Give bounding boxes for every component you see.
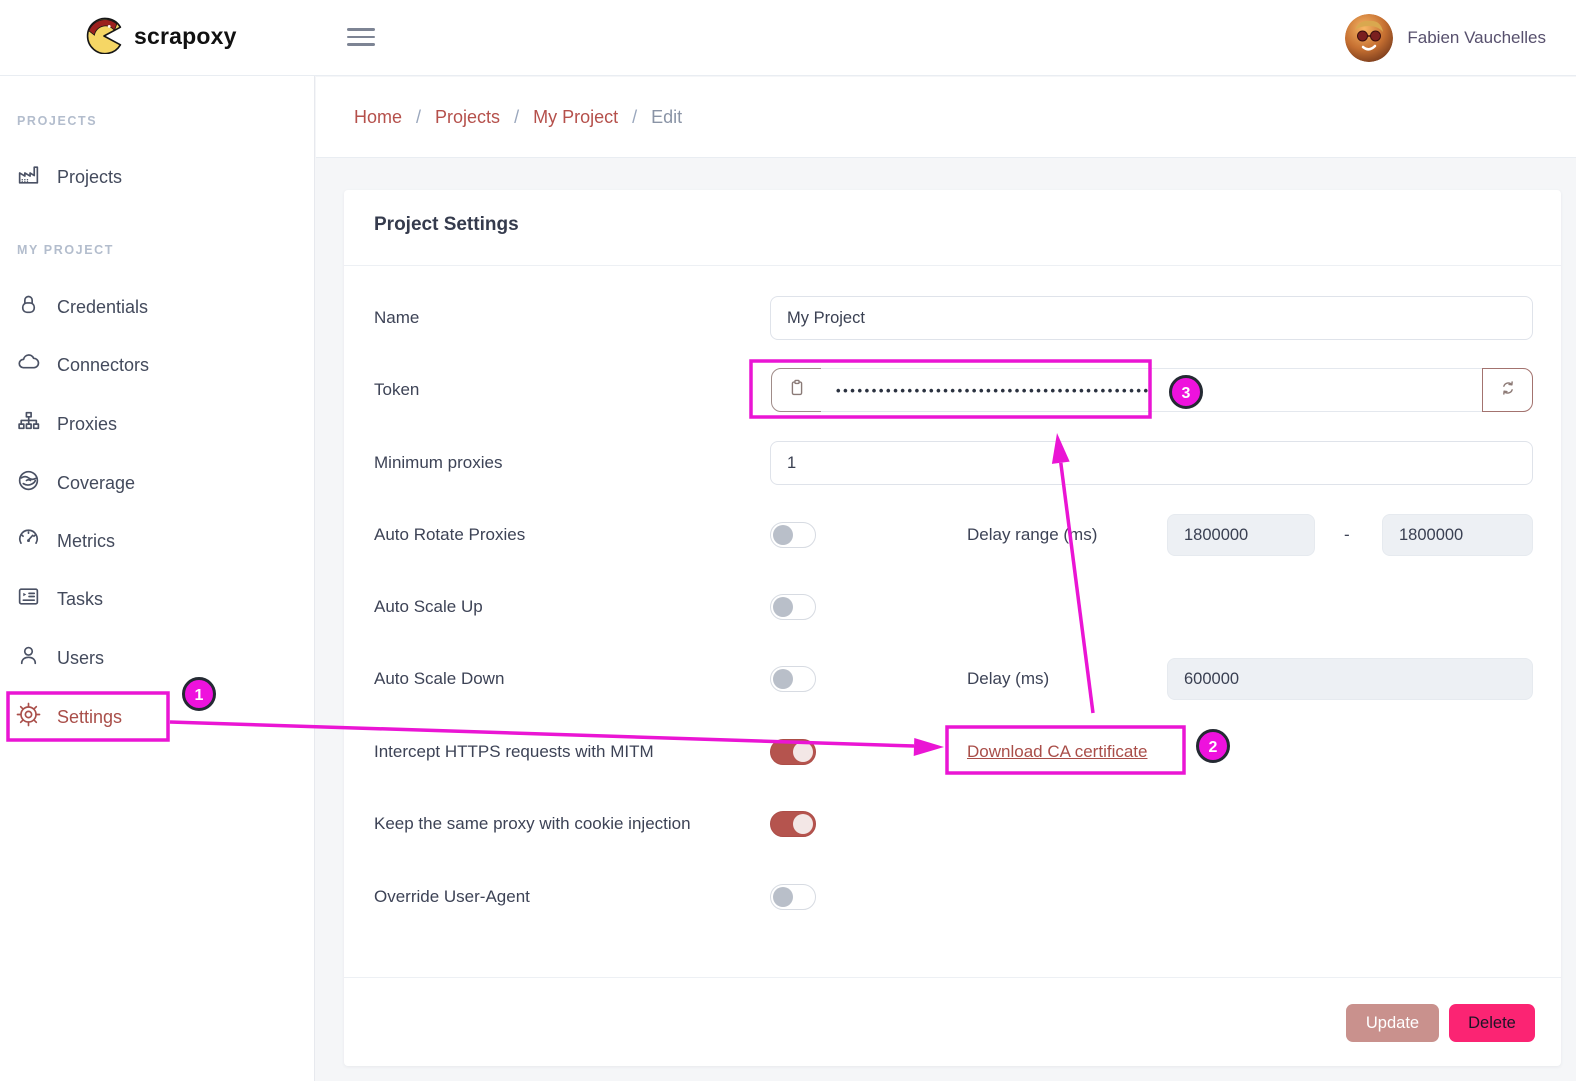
sidebar-item-projects[interactable]: Projects (0, 155, 315, 199)
clipboard-icon (786, 377, 808, 404)
brand-logo[interactable]: scrapoxy (84, 14, 237, 59)
sidebar: PROJECTS Projects MY PROJECT Credentials… (0, 0, 315, 1081)
page-root: scrapoxy Fabien Vauchelles PROJECTS Proj… (0, 0, 1576, 1081)
auto-scale-up-toggle[interactable] (770, 594, 816, 620)
delete-button[interactable]: Delete (1449, 1004, 1535, 1042)
min-proxies-input[interactable] (770, 441, 1533, 485)
token-label: Token (374, 380, 420, 399)
download-ca-certificate-link[interactable]: Download CA certificate (967, 742, 1147, 762)
auto-rotate-label: Auto Rotate Proxies (374, 525, 526, 544)
mitm-label: Intercept HTTPS requests with MITM (374, 742, 654, 761)
auto-scale-down-toggle[interactable] (770, 666, 816, 692)
factory-icon (16, 162, 41, 192)
sidebar-item-connectors[interactable]: Connectors (0, 343, 315, 387)
sidebar-item-proxies[interactable]: Proxies (0, 402, 315, 446)
delay-label: Delay (ms) (967, 669, 1050, 688)
card-divider (344, 265, 1561, 266)
auto-scale-down-label: Auto Scale Down (374, 669, 505, 688)
breadcrumb: Home / Projects / My Project / Edit (316, 77, 1576, 158)
lock-icon (16, 292, 41, 322)
pacman-logo-icon (84, 14, 124, 59)
sidebar-item-metrics[interactable]: Metrics (0, 519, 315, 563)
cookie-label: Keep the same proxy with cookie injectio… (374, 814, 691, 833)
sidebar-item-label: Projects (57, 166, 123, 187)
cookie-toggle[interactable] (770, 811, 816, 837)
sidebar-item-label: Settings (57, 706, 123, 727)
auto-rotate-toggle[interactable] (770, 522, 816, 548)
delay-range-label: Delay range (ms) (967, 525, 1098, 544)
update-button[interactable]: Update (1346, 1004, 1439, 1042)
delay-range-separator: - (1344, 525, 1350, 544)
top-bar: scrapoxy Fabien Vauchelles (0, 0, 1576, 76)
sidebar-item-coverage[interactable]: Coverage (0, 461, 315, 505)
delay-input (1167, 658, 1533, 700)
delay-range-max-input (1382, 514, 1533, 556)
brand-name: scrapoxy (134, 23, 237, 49)
sitemap-icon (16, 409, 41, 439)
globe-icon (16, 468, 41, 498)
sidebar-item-label: Coverage (57, 472, 136, 493)
sidebar-item-credentials[interactable]: Credentials (0, 285, 315, 329)
breadcrumb-my-project[interactable]: My Project (533, 107, 618, 128)
sidebar-section-my-project: MY PROJECT (17, 243, 115, 257)
sidebar-item-users[interactable]: Users (0, 636, 315, 680)
refresh-icon (1497, 377, 1519, 404)
project-settings-card: Project Settings Name Token ••••••••••••… (344, 190, 1561, 1066)
breadcrumb-home[interactable]: Home (354, 107, 402, 128)
sidebar-item-label: Tasks (57, 588, 104, 609)
gauge-icon (16, 526, 41, 556)
sidebar-item-label: Connectors (57, 354, 150, 375)
sidebar-item-label: Metrics (57, 530, 115, 551)
sidebar-item-settings[interactable]: Settings (0, 695, 315, 739)
auto-scale-up-label: Auto Scale Up (374, 597, 483, 616)
sidebar-section-projects: PROJECTS (17, 114, 98, 128)
sidebar-item-tasks[interactable]: Tasks (0, 577, 315, 621)
person-icon (16, 643, 41, 673)
user-agent-label: Override User-Agent (374, 887, 530, 906)
breadcrumb-projects[interactable]: Projects (435, 107, 500, 128)
user-name: Fabien Vauchelles (1407, 28, 1546, 47)
user-menu[interactable]: Fabien Vauchelles (1345, 14, 1546, 62)
user-agent-toggle[interactable] (770, 884, 816, 910)
sidebar-item-label: Users (57, 647, 105, 668)
breadcrumb-separator: / (514, 106, 520, 127)
mitm-toggle[interactable] (770, 739, 816, 765)
name-label: Name (374, 308, 420, 327)
hamburger-menu-icon[interactable] (347, 24, 375, 50)
task-list-icon (16, 584, 41, 614)
sidebar-item-label: Credentials (57, 296, 149, 317)
card-title: Project Settings (374, 214, 519, 235)
avatar (1345, 14, 1394, 62)
gear-icon (16, 702, 41, 732)
sidebar-item-label: Proxies (57, 413, 118, 434)
cloud-icon (16, 350, 41, 380)
breadcrumb-current: Edit (651, 106, 683, 127)
min-proxies-label: Minimum proxies (374, 453, 503, 472)
name-input[interactable] (770, 296, 1533, 340)
copy-token-button[interactable] (771, 368, 822, 412)
delay-range-min-input (1167, 514, 1315, 556)
breadcrumb-separator: / (632, 106, 638, 127)
card-footer-divider (344, 977, 1561, 978)
renew-token-button[interactable] (1482, 368, 1533, 412)
token-masked-value[interactable]: ••••••••••••••••••••••••••••••••••••••••… (821, 368, 1482, 412)
breadcrumb-separator: / (416, 106, 422, 127)
